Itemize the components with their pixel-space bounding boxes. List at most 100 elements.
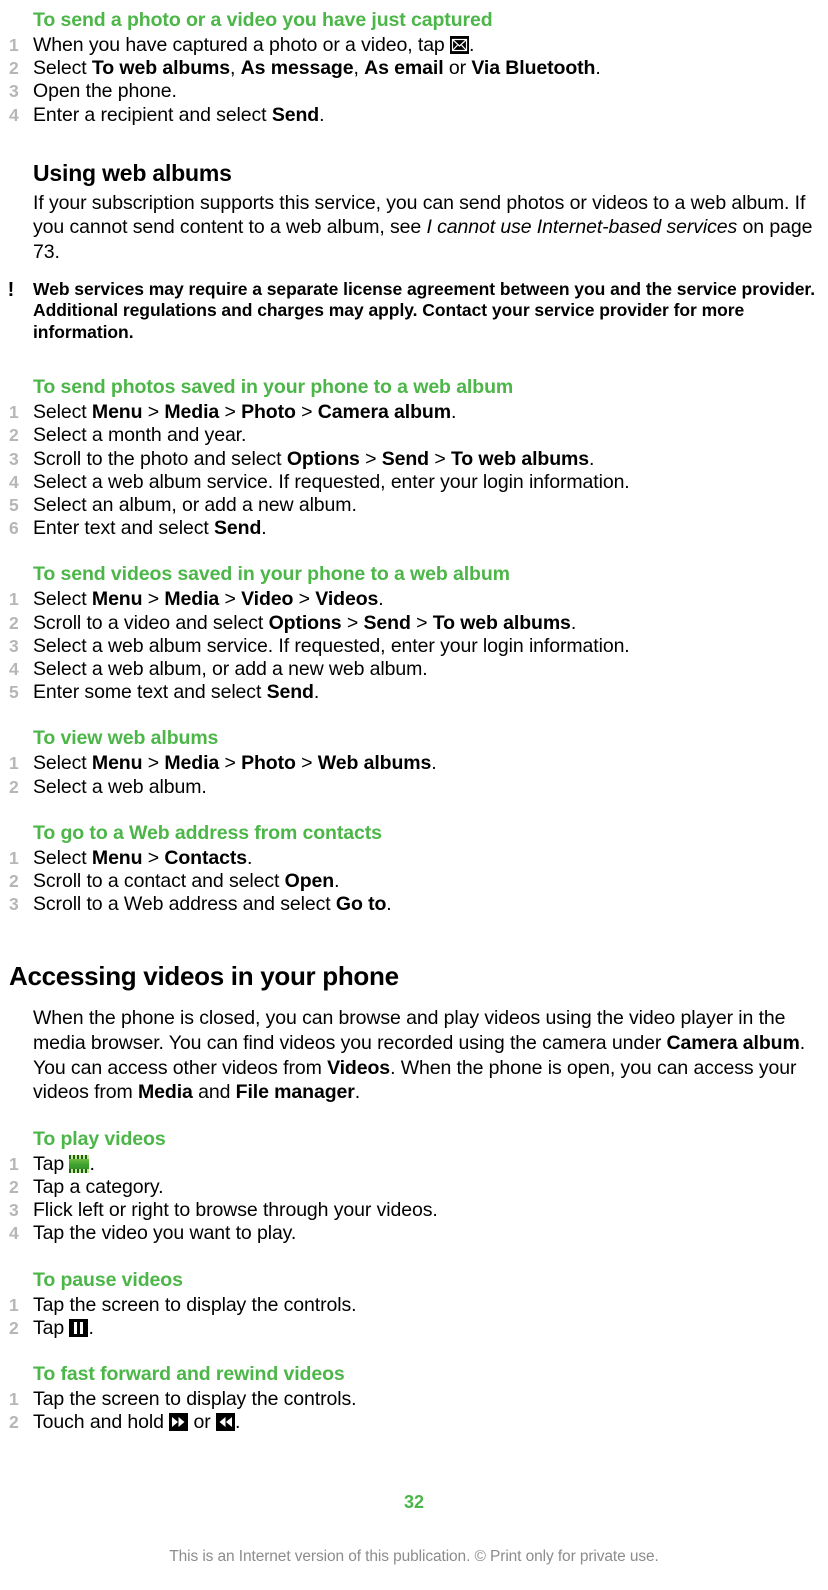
ui-term: Options	[286, 447, 360, 470]
separator: >	[295, 401, 318, 424]
list-item: Enter some text and select Send.	[0, 681, 818, 705]
step-text: Tap the video you want to play.	[33, 1222, 297, 1245]
procedure-heading-pause-videos: To pause videos	[33, 1268, 183, 1291]
step-text: Select a web album.	[33, 775, 207, 798]
ui-term: Media	[138, 1081, 193, 1104]
step-text: Enter text and select	[33, 517, 214, 540]
step-text: Scroll to a contact and select	[33, 869, 285, 892]
step-text: .	[313, 681, 320, 704]
step-text: .	[89, 1152, 95, 1175]
list-item: Scroll to the photo and select Options >…	[0, 447, 818, 472]
paragraph-accessing-videos: When the phone is closed, you can browse…	[33, 1006, 818, 1104]
procedure-heading-send-photos-web-album: To send photos saved in your phone to a …	[33, 376, 514, 399]
separator: >	[142, 401, 165, 424]
procedure-heading-play-videos: To play videos	[33, 1127, 166, 1150]
list-item: Touch and hold or .	[0, 1411, 818, 1435]
ui-term: Send	[213, 517, 262, 540]
note-text: Web services may require a separate lice…	[33, 278, 816, 342]
ui-term: To web albums	[91, 57, 231, 80]
steps-play-videos: Tap . Tap a category. Flick left or righ…	[0, 1152, 818, 1247]
ui-term: Go to	[335, 893, 387, 916]
separator: >	[293, 588, 316, 611]
step-text: Select a web album service. If requested…	[33, 634, 630, 657]
list-item: Tap .	[0, 1152, 818, 1177]
list-item: Select a web album.	[0, 775, 818, 800]
step-text: .	[378, 588, 384, 611]
separator: >	[410, 611, 433, 634]
step-text: Scroll to a video and select	[33, 611, 269, 634]
ui-term: Web albums	[317, 752, 432, 775]
step-text: Enter a recipient and select	[33, 103, 272, 126]
ui-term: Menu	[91, 752, 143, 775]
step-text: When you have captured a photo or a vide…	[33, 34, 450, 56]
step-text: ,	[230, 57, 241, 80]
chapter-heading-accessing-videos: Accessing videos in your phone	[9, 961, 399, 992]
list-item: When you have captured a photo or a vide…	[0, 34, 818, 58]
film-strip-icon	[69, 1154, 90, 1173]
ui-term: Videos	[315, 588, 379, 611]
ui-term: To web albums	[450, 447, 590, 470]
step-text: .	[334, 869, 340, 892]
list-item: Open the phone.	[0, 80, 818, 104]
list-item: Select Menu > Media > Video > Videos.	[0, 588, 818, 612]
ui-term: Videos	[327, 1056, 391, 1079]
list-item: Scroll to a Web address and select Go to…	[0, 893, 818, 917]
step-text: ,	[353, 57, 365, 80]
procedure-heading-send-videos-web-album: To send videos saved in your phone to a …	[33, 563, 510, 586]
step-text: Tap	[33, 1316, 70, 1339]
ui-term: Photo	[241, 752, 296, 775]
list-item: Tap the screen to display the controls.	[0, 1293, 818, 1318]
steps-send-photos-web-album: Select Menu > Media > Photo > Camera alb…	[0, 401, 818, 541]
ui-term: Camera album	[317, 401, 451, 424]
pause-bar-left	[74, 1321, 78, 1334]
ui-term: Menu	[91, 846, 143, 869]
ui-term: Open	[284, 869, 335, 892]
step-text: .	[450, 401, 457, 424]
steps-send-captured: When you have captured a photo or a vide…	[0, 34, 818, 128]
list-item: Select an album, or add a new album.	[0, 493, 818, 518]
separator: >	[295, 752, 318, 775]
separator: >	[142, 588, 165, 611]
ui-term: Send	[381, 447, 429, 470]
list-item: Select Menu > Contacts.	[0, 846, 818, 871]
ui-term: Send	[266, 681, 314, 704]
step-text: Flick left or right to browse through yo…	[33, 1199, 438, 1222]
list-item: Tap a category.	[0, 1175, 818, 1200]
list-item: Select a month and year.	[0, 424, 818, 448]
step-text: .	[595, 57, 601, 80]
ui-term: Media	[164, 588, 220, 611]
exclamation-icon: !	[7, 278, 15, 301]
step-text: Select an album, or add a new album.	[33, 493, 357, 516]
list-item: Enter text and select Send.	[0, 517, 818, 541]
procedure-heading-fast-forward-rewind: To fast forward and rewind videos	[33, 1362, 345, 1385]
step-text: or	[443, 57, 472, 80]
steps-go-to-web-address: Select Menu > Contacts. Scroll to a cont…	[0, 847, 818, 917]
step-text: .	[319, 103, 325, 126]
step-text: Tap a category.	[33, 1175, 164, 1198]
steps-send-videos-web-album: Select Menu > Media > Video > Videos. Sc…	[0, 588, 818, 705]
step-text: .	[469, 34, 475, 56]
separator: >	[429, 447, 451, 470]
cross-reference: I cannot use Internet-based services	[426, 216, 738, 239]
separator: >	[219, 588, 242, 611]
ui-term: As email	[364, 57, 444, 80]
steps-fast-forward-rewind: Tap the screen to display the controls. …	[0, 1388, 818, 1435]
list-item: Select a web album service. If requested…	[0, 470, 818, 495]
step-text: .	[261, 517, 267, 540]
separator: >	[142, 752, 165, 775]
envelope-icon	[450, 36, 469, 54]
list-item: Select a web album, or add a new web alb…	[0, 658, 818, 682]
step-text: Scroll to the photo and select	[33, 447, 287, 470]
ui-term: Camera album	[666, 1031, 800, 1054]
step-text: Select a web album service. If requested…	[33, 470, 630, 493]
steps-view-web-albums: Select Menu > Media > Photo > Web albums…	[0, 752, 818, 800]
list-item: Select Menu > Media > Photo > Web albums…	[0, 752, 818, 776]
step-text: Tap the screen to display the controls.	[33, 1293, 357, 1316]
section-heading-using-web-albums: Using web albums	[33, 159, 232, 186]
step-text: Touch and hold	[33, 1411, 170, 1434]
